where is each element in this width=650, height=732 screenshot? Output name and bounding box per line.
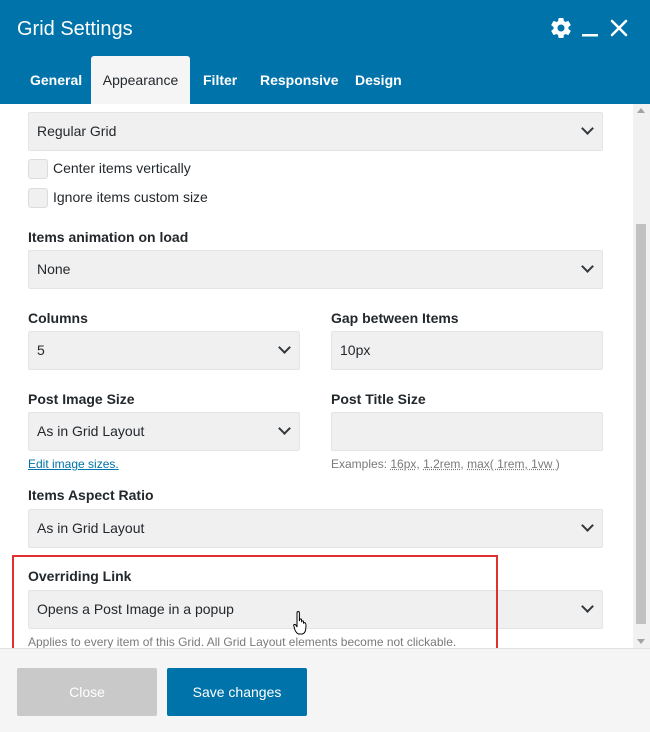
minimize-icon[interactable]: [578, 16, 602, 40]
tab-responsive[interactable]: Responsive: [260, 56, 339, 104]
title-size-label: Post Title Size: [331, 391, 426, 407]
chevron-down-icon: [278, 422, 291, 435]
examples-prefix: Examples:: [331, 457, 391, 471]
aspect-ratio-select[interactable]: As in Grid Layout: [28, 509, 603, 548]
center-vertically-label: Center items vertically: [53, 160, 191, 176]
checkbox-box[interactable]: [28, 188, 48, 208]
close-button[interactable]: Close: [17, 668, 157, 716]
tab-filter[interactable]: Filter: [203, 56, 237, 104]
close-icon[interactable]: [607, 16, 631, 40]
aspect-ratio-label: Items Aspect Ratio: [28, 487, 154, 503]
layout-select-value: Regular Grid: [37, 123, 117, 139]
vertical-scrollbar[interactable]: [633, 104, 650, 648]
ignore-custom-size-label: Ignore items custom size: [53, 189, 208, 205]
edit-image-sizes-help: Edit image sizes.: [28, 456, 119, 472]
image-size-select-value: As in Grid Layout: [37, 423, 145, 439]
gap-input[interactable]: 10px: [331, 331, 603, 370]
chevron-down-icon: [581, 122, 594, 135]
gear-icon[interactable]: [549, 16, 573, 40]
columns-select-value: 5: [37, 342, 45, 358]
chevron-down-icon: [581, 519, 594, 532]
animation-label: Items animation on load: [28, 229, 189, 245]
dialog-title: Grid Settings: [17, 18, 133, 40]
scroll-up-arrow-icon[interactable]: [637, 108, 645, 113]
chevron-down-icon: [581, 600, 594, 613]
columns-label: Columns: [28, 310, 88, 326]
dialog-header: Grid Settings General Appearance Filter …: [0, 0, 650, 104]
scroll-down-arrow-icon[interactable]: [637, 639, 645, 644]
tab-bar: General Appearance Filter Responsive Des…: [0, 56, 650, 104]
columns-select[interactable]: 5: [28, 331, 300, 370]
animation-select-value: None: [37, 261, 71, 277]
tab-design[interactable]: Design: [355, 56, 402, 104]
highlight-box: [12, 555, 498, 660]
scroll-thumb[interactable]: [636, 224, 646, 624]
gap-input-value: 10px: [340, 342, 371, 358]
save-changes-button[interactable]: Save changes: [167, 668, 307, 716]
image-size-select[interactable]: As in Grid Layout: [28, 412, 300, 451]
title-size-examples: Examples: 16px, 1.2rem, max( 1rem, 1vw ): [331, 456, 560, 472]
example-max[interactable]: max( 1rem, 1vw ): [467, 457, 560, 471]
chevron-down-icon: [278, 341, 291, 354]
edit-image-sizes-suffix: .: [115, 457, 119, 471]
tab-appearance[interactable]: Appearance: [91, 56, 190, 104]
hand-pointer-icon: [293, 611, 307, 635]
title-size-input[interactable]: [331, 412, 603, 451]
tab-general[interactable]: General: [30, 56, 82, 104]
edit-image-sizes-link[interactable]: Edit image sizes: [28, 457, 115, 471]
animation-select[interactable]: None: [28, 250, 603, 289]
example-1-2rem[interactable]: 1.2rem: [423, 457, 460, 471]
layout-select[interactable]: Regular Grid: [28, 112, 603, 151]
dialog-footer: Close Save changes: [0, 648, 650, 732]
chevron-down-icon: [581, 260, 594, 273]
example-16px[interactable]: 16px: [390, 457, 416, 471]
checkbox-box[interactable]: [28, 159, 48, 179]
gap-label: Gap between Items: [331, 310, 459, 326]
aspect-ratio-select-value: As in Grid Layout: [37, 520, 145, 536]
image-size-label: Post Image Size: [28, 391, 135, 407]
